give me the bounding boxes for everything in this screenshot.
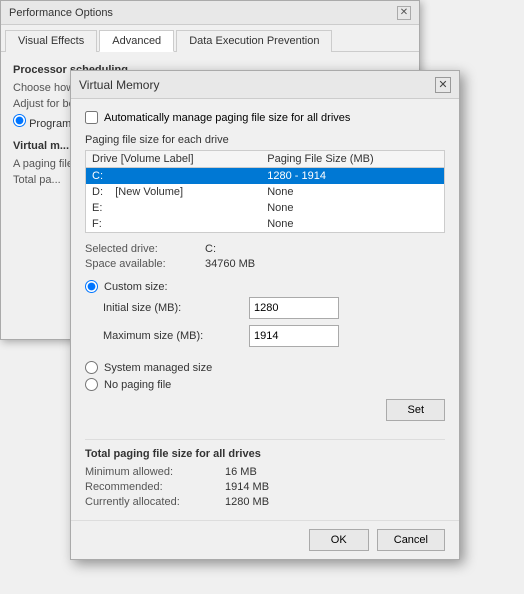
paging-section-label: Paging file size for each drive xyxy=(85,134,445,146)
paging-value: None xyxy=(261,200,444,216)
vm-dialog-title: Virtual Memory xyxy=(79,78,159,92)
perf-titlebar: Performance Options ✕ xyxy=(1,1,419,25)
table-row[interactable]: F: None xyxy=(86,216,445,233)
col-drive: Drive [Volume Label] xyxy=(86,151,262,168)
virtual-memory-dialog: Virtual Memory ✕ Automatically manage pa… xyxy=(70,70,460,560)
currently-allocated-label: Currently allocated: xyxy=(85,496,225,508)
paging-value: 1280 - 1914 xyxy=(261,168,444,185)
perf-title: Performance Options xyxy=(9,7,113,19)
auto-manage-checkbox[interactable] xyxy=(85,111,98,124)
perf-close-button[interactable]: ✕ xyxy=(397,6,411,20)
table-row[interactable]: D: [New Volume] None xyxy=(86,184,445,200)
total-paging-section: Total paging file size for all drives Mi… xyxy=(85,439,445,508)
tab-advanced[interactable]: Advanced xyxy=(99,30,174,52)
min-allowed-value: 16 MB xyxy=(225,466,445,478)
custom-size-radio-row: Custom size: xyxy=(85,280,445,293)
vm-dialog-footer: OK Cancel xyxy=(71,520,459,559)
selected-drive-label: Selected drive: xyxy=(85,243,205,255)
vm-body: Automatically manage paging file size fo… xyxy=(71,99,459,520)
space-available-value: 34760 MB xyxy=(205,258,445,270)
drive-label: E: xyxy=(86,200,262,216)
max-size-input[interactable] xyxy=(249,325,339,347)
tab-data-execution[interactable]: Data Execution Prevention xyxy=(176,30,332,52)
auto-manage-row: Automatically manage paging file size fo… xyxy=(85,111,445,124)
vm-titlebar: Virtual Memory ✕ xyxy=(71,71,459,99)
vm-close-button[interactable]: ✕ xyxy=(435,77,451,93)
total-info-grid: Minimum allowed: 16 MB Recommended: 1914… xyxy=(85,466,445,508)
space-available-label: Space available: xyxy=(85,258,205,270)
perf-tabs: Visual Effects Advanced Data Execution P… xyxy=(1,25,419,52)
system-managed-radio-row: System managed size xyxy=(85,361,445,374)
initial-size-input[interactable] xyxy=(249,297,339,319)
ok-button[interactable]: OK xyxy=(309,529,369,551)
currently-allocated-value: 1280 MB xyxy=(225,496,445,508)
system-managed-label: System managed size xyxy=(104,362,212,374)
system-managed-radio[interactable] xyxy=(85,361,98,374)
set-button[interactable]: Set xyxy=(386,399,445,421)
table-row[interactable]: E: None xyxy=(86,200,445,216)
auto-manage-label: Automatically manage paging file size fo… xyxy=(104,112,350,124)
table-row[interactable]: C: 1280 - 1914 xyxy=(86,168,445,185)
custom-size-label: Custom size: xyxy=(104,281,168,293)
set-btn-container: Set xyxy=(85,399,445,429)
no-paging-radio[interactable] xyxy=(85,378,98,391)
size-options-group: Custom size: Initial size (MB): Maximum … xyxy=(85,280,445,353)
cancel-button[interactable]: Cancel xyxy=(377,529,445,551)
custom-size-radio[interactable] xyxy=(85,280,98,293)
recommended-value: 1914 MB xyxy=(225,481,445,493)
no-paging-label: No paging file xyxy=(104,379,171,391)
total-section-title: Total paging file size for all drives xyxy=(85,448,445,460)
paging-value: None xyxy=(261,216,444,233)
no-paging-radio-row: No paging file xyxy=(85,378,445,391)
initial-size-label: Initial size (MB): xyxy=(103,302,243,314)
drive-label: D: [New Volume] xyxy=(86,184,262,200)
col-paging: Paging File Size (MB) xyxy=(261,151,444,168)
min-allowed-label: Minimum allowed: xyxy=(85,466,225,478)
max-size-label: Maximum size (MB): xyxy=(103,330,243,342)
drive-info: Selected drive: C: Space available: 3476… xyxy=(85,243,445,270)
tab-visual-effects[interactable]: Visual Effects xyxy=(5,30,97,52)
size-inputs: Initial size (MB): Maximum size (MB): xyxy=(103,297,445,353)
recommended-label: Recommended: xyxy=(85,481,225,493)
drive-label: C: xyxy=(86,168,262,185)
selected-drive-value: C: xyxy=(205,243,445,255)
drive-table: Drive [Volume Label] Paging File Size (M… xyxy=(85,150,445,233)
paging-value: None xyxy=(261,184,444,200)
drive-label: F: xyxy=(86,216,262,233)
